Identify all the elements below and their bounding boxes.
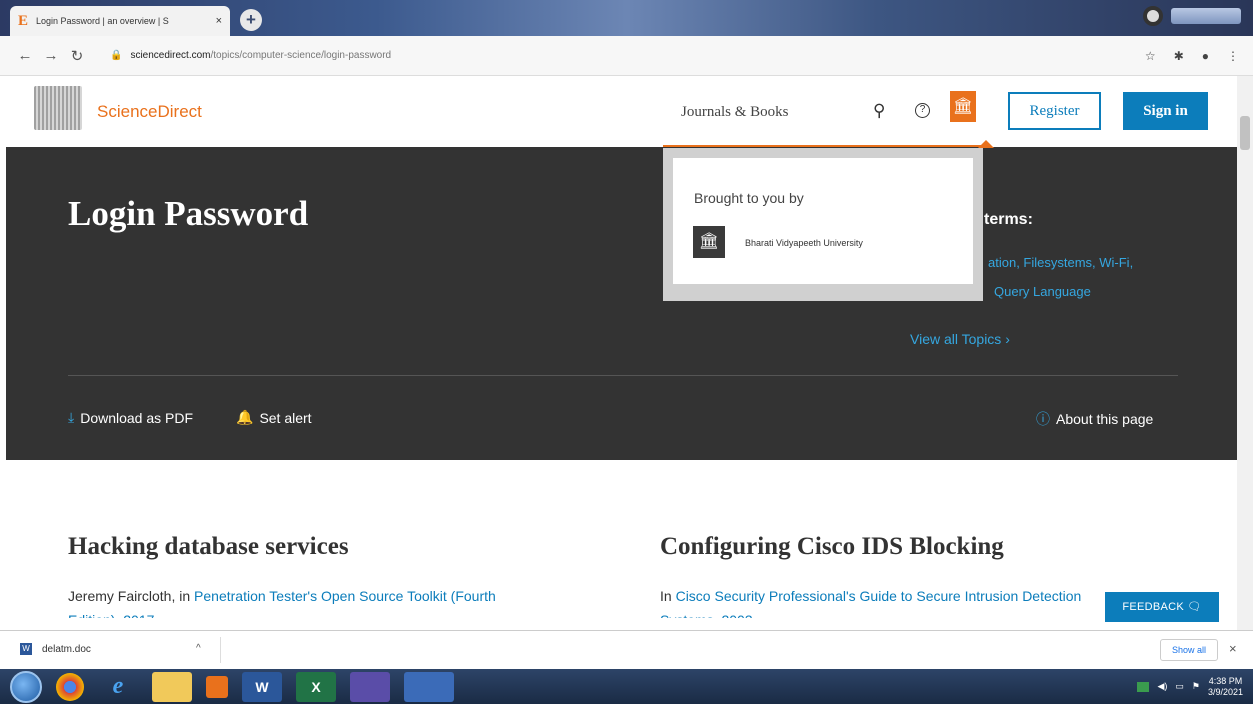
tray-app-icon[interactable] xyxy=(1137,681,1150,692)
article-title-2[interactable]: Configuring Cisco IDS Blocking xyxy=(660,533,1004,561)
menu-kebab-icon[interactable]: ⋮ xyxy=(1227,49,1239,63)
brand-name[interactable]: ScienceDirect xyxy=(97,102,202,122)
browser-toolbar: ← → ↻ 🔒 sciencedirect.com/topics/compute… xyxy=(0,36,1253,76)
scrollbar-thumb[interactable] xyxy=(1240,116,1250,150)
bookmark-star-icon[interactable]: ☆ xyxy=(1145,49,1156,63)
topic-hero: Login Password terms: ation, Filesystems… xyxy=(6,147,1237,460)
start-button[interactable] xyxy=(10,670,42,703)
related-terms-link-1[interactable]: ation, Filesystems, Wi-Fi, xyxy=(988,255,1133,270)
windows-taskbar: e W X ◀) ▭ ⚑ 4:38 PM 3/9/2021 xyxy=(0,669,1253,704)
help-icon[interactable]: ? xyxy=(915,103,930,118)
search-icon[interactable]: ⚲ xyxy=(873,101,885,121)
clock-time: 4:38 PM xyxy=(1208,675,1243,686)
new-tab-button[interactable]: + xyxy=(240,9,262,31)
address-bar[interactable]: 🔒 sciencedirect.com/topics/computer-scie… xyxy=(100,43,1100,69)
bell-icon: 🔔 xyxy=(236,409,254,425)
url-text: sciencedirect.com/topics/computer-scienc… xyxy=(130,50,392,61)
download-pdf-button[interactable]: ⤓ Download as PDF xyxy=(68,409,193,426)
page-title: Login Password xyxy=(68,194,309,233)
forward-arrow-icon[interactable]: → xyxy=(38,47,64,64)
browser-tab[interactable]: E Login Password | an overview | S × xyxy=(10,6,230,36)
elsevier-favicon-icon: E xyxy=(18,12,29,29)
downloaded-file-name: delatm.doc xyxy=(42,643,91,655)
article-meta-2-continued: Systems, 2003 xyxy=(660,612,753,618)
institution-building-icon: 🏛 xyxy=(693,226,725,258)
reload-icon[interactable]: ↻ xyxy=(64,47,90,65)
sign-in-button[interactable]: Sign in xyxy=(1123,92,1208,130)
downloaded-file[interactable]: W delatm.doc xyxy=(20,643,91,655)
show-all-button[interactable]: Show all xyxy=(1160,639,1218,661)
article-meta-1: Jeremy Faircloth, in Penetration Tester'… xyxy=(68,588,496,604)
profile-icon[interactable]: ● xyxy=(1202,49,1209,63)
chat-icon: 🗨 xyxy=(1187,601,1202,613)
word-icon[interactable]: W xyxy=(242,671,282,702)
close-download-bar-icon[interactable]: × xyxy=(1229,641,1237,656)
lock-icon: 🔒 xyxy=(110,50,123,61)
window-buttons[interactable] xyxy=(1171,8,1241,24)
download-pdf-label: Download as PDF xyxy=(80,409,194,426)
hero-divider xyxy=(68,375,1178,376)
internet-explorer-icon[interactable]: e xyxy=(98,672,138,702)
related-terms-link-2[interactable]: Query Language xyxy=(994,284,1091,299)
window-controls xyxy=(1143,6,1241,26)
page-scrollbar[interactable] xyxy=(1237,76,1253,630)
popover-content: Brought to you by 🏛 Bharati Vidyapeeth U… xyxy=(673,158,973,284)
feedback-button[interactable]: FEEDBACK 🗨 xyxy=(1105,592,1219,622)
brought-to-you-label: Brought to you by xyxy=(694,190,804,206)
institution-name[interactable]: Bharati Vidyapeeth University xyxy=(745,238,863,248)
clock[interactable]: 4:38 PM 3/9/2021 xyxy=(1208,676,1243,698)
download-icon: ⤓ xyxy=(68,409,75,425)
clock-date: 3/9/2021 xyxy=(1207,686,1243,697)
extensions-icon[interactable]: ✱ xyxy=(1174,49,1184,63)
article-meta-1-continued: Edition), 2017 xyxy=(68,612,154,618)
article-title-1[interactable]: Hacking database services xyxy=(68,533,349,561)
media-player-icon[interactable] xyxy=(206,675,228,698)
institution-icon[interactable]: 🏛 xyxy=(950,91,976,122)
file-explorer-icon[interactable] xyxy=(152,671,192,702)
system-tray: ◀) ▭ ⚑ 4:38 PM 3/9/2021 xyxy=(1137,676,1253,698)
about-page-link[interactable]: ⓘ About this page xyxy=(1036,409,1153,429)
article-meta-2: In Cisco Security Professional's Guide t… xyxy=(660,588,1082,604)
chevron-up-icon[interactable]: ^ xyxy=(196,643,201,654)
register-button[interactable]: Register xyxy=(1008,92,1101,130)
record-icon[interactable] xyxy=(1143,6,1163,26)
info-icon: ⓘ xyxy=(1036,411,1050,427)
tab-title: Login Password | an overview | S xyxy=(36,16,169,26)
institution-popover: Brought to you by 🏛 Bharati Vidyapeeth U… xyxy=(663,148,983,301)
about-page-label: About this page xyxy=(1056,411,1154,427)
app-icon-2[interactable] xyxy=(404,671,454,702)
related-terms-heading: terms: xyxy=(984,211,1033,228)
excel-icon[interactable]: X xyxy=(296,671,336,702)
article-source-link-1[interactable]: Penetration Tester's Open Source Toolkit… xyxy=(194,588,496,604)
word-doc-icon: W xyxy=(20,643,32,655)
chrome-icon[interactable] xyxy=(56,672,84,701)
tab-close-icon[interactable]: × xyxy=(216,15,222,27)
toolbar-icons: ☆ ✱ ● ⋮ xyxy=(1145,49,1253,63)
set-alert-button[interactable]: 🔔 Set alert xyxy=(236,409,312,426)
popover-caret xyxy=(978,140,994,148)
download-bar: W delatm.doc ^ Show all × xyxy=(0,630,1253,669)
volume-icon[interactable]: ◀) xyxy=(1157,681,1167,692)
view-all-topics-link[interactable]: View all Topics › xyxy=(910,331,1010,347)
network-icon[interactable]: ▭ xyxy=(1175,681,1184,692)
elsevier-logo[interactable] xyxy=(34,86,82,130)
set-alert-label: Set alert xyxy=(259,409,312,426)
back-arrow-icon[interactable]: ← xyxy=(12,47,38,64)
article-source-link-2[interactable]: Cisco Security Professional's Guide to S… xyxy=(676,588,1082,604)
flag-icon[interactable]: ⚑ xyxy=(1192,681,1200,692)
download-divider xyxy=(220,637,221,663)
browser-tab-strip: E Login Password | an overview | S × + xyxy=(0,0,1253,36)
site-header: ScienceDirect Journals & Books ⚲ ? 🏛 Reg… xyxy=(0,76,1237,147)
journals-books-link[interactable]: Journals & Books xyxy=(681,104,789,121)
app-icon[interactable] xyxy=(350,671,390,702)
